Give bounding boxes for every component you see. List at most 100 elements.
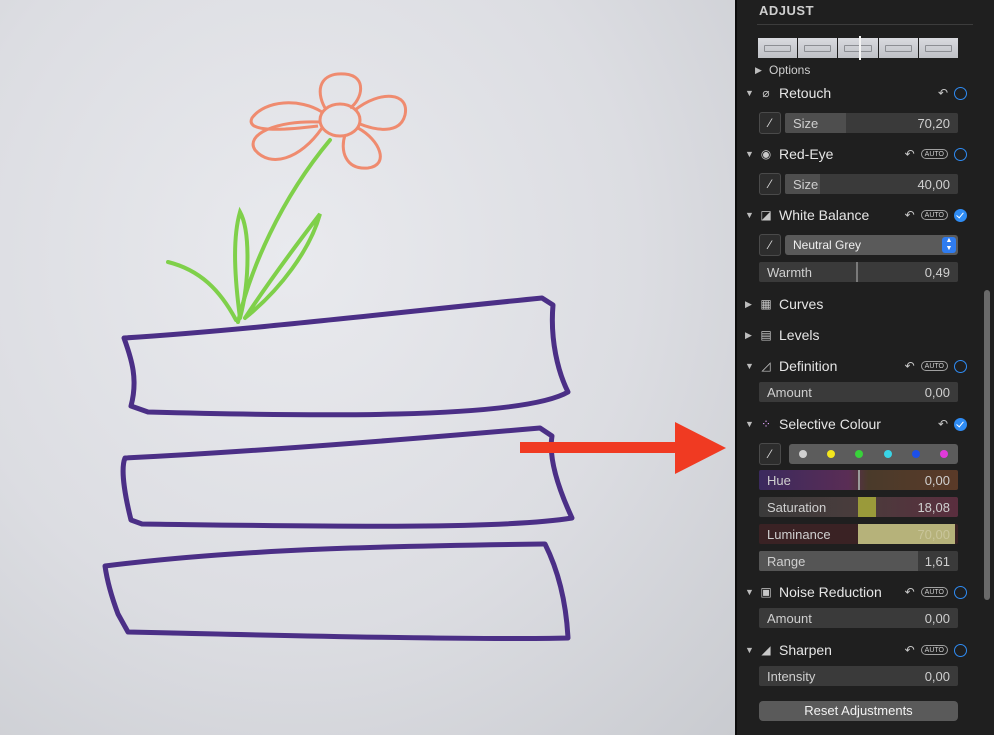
auto-button[interactable]: AUTO (920, 645, 948, 655)
disclosure-down-icon[interactable]: ▼ (745, 587, 754, 597)
definition-icon: ◿ (761, 359, 771, 373)
slider-value: 70,20 (917, 116, 950, 131)
slider-value: 18,08 (917, 500, 950, 515)
undo-icon[interactable]: ↶ (905, 585, 915, 599)
section-red-eye[interactable]: ▼ ◉ Red-Eye ↶ AUTO (745, 144, 967, 164)
disclosure-down-icon[interactable]: ▼ (745, 645, 754, 655)
undo-icon[interactable]: ↶ (905, 147, 915, 161)
noise-reduction-icon: ▣ (760, 585, 772, 599)
swatch-green[interactable] (855, 450, 864, 458)
eyedropper-button[interactable]: ⁄ (759, 443, 781, 465)
enable-toggle[interactable] (954, 86, 967, 100)
disclosure-down-icon[interactable]: ▼ (745, 210, 754, 220)
slider-label: Luminance (767, 527, 831, 542)
reset-adjustments-button[interactable]: Reset Adjustments (759, 701, 958, 721)
range-slider[interactable]: Range 1,61 (759, 551, 958, 571)
section-sharpen[interactable]: ▼ ◢ Sharpen ↶ AUTO (745, 640, 967, 660)
swatch-magenta[interactable] (939, 450, 948, 458)
auto-button[interactable]: AUTO (920, 587, 948, 597)
swatch-blue[interactable] (911, 450, 920, 458)
noise-amount-slider[interactable]: Amount 0,00 (759, 608, 958, 628)
slider-value: 40,00 (917, 177, 950, 192)
definition-amount-slider[interactable]: Amount 0,00 (759, 382, 958, 402)
disclosure-right-icon[interactable]: ▶ (745, 299, 753, 310)
warmth-slider[interactable]: Warmth 0,49 (759, 262, 958, 282)
slider-label: Warmth (767, 265, 813, 280)
undo-icon[interactable]: ↶ (938, 86, 948, 100)
colour-swatch-bar[interactable] (789, 444, 958, 464)
section-label: Selective Colour (779, 416, 881, 432)
slider-value: 70,00 (917, 527, 950, 542)
undo-icon[interactable]: ↶ (905, 643, 915, 657)
disclosure-down-icon[interactable]: ▼ (745, 361, 754, 371)
retouch-size-slider[interactable]: Size 70,20 (785, 113, 958, 133)
brush-tool-button[interactable]: ⁄ (759, 112, 781, 134)
swatch-cyan[interactable] (883, 450, 892, 458)
auto-button[interactable]: AUTO (920, 149, 948, 159)
section-noise-reduction[interactable]: ▼ ▣ Noise Reduction ↶ AUTO (745, 582, 967, 602)
luminance-slider[interactable]: Luminance 70,00 (759, 524, 958, 544)
eyedropper-icon: ⁄ (768, 238, 771, 252)
section-selective-colour[interactable]: ▼ ⁘ Selective Colour ↶ (745, 414, 967, 434)
swatch-yellow[interactable] (827, 450, 836, 458)
slider-value: 0,00 (924, 611, 950, 626)
preset-thumb[interactable] (758, 38, 798, 58)
bandage-icon: ⌀ (762, 86, 770, 100)
disclosure-down-icon[interactable]: ▼ (745, 149, 754, 159)
preset-thumb[interactable] (798, 38, 838, 58)
enable-toggle[interactable] (954, 417, 967, 431)
saturation-slider[interactable]: Saturation 18,08 (759, 497, 958, 517)
enable-toggle[interactable] (954, 643, 967, 657)
disclosure-down-icon[interactable]: ▼ (745, 88, 754, 98)
eyedropper-button[interactable]: ⁄ (759, 234, 781, 256)
annotation-arrow (520, 422, 726, 474)
slider-label: Amount (767, 611, 812, 626)
undo-icon[interactable]: ↶ (938, 417, 948, 431)
sharpen-intensity-slider[interactable]: Intensity 0,00 (759, 666, 958, 686)
levels-icon: ▤ (760, 328, 772, 342)
options-label: Options (769, 63, 811, 77)
disclosure-right-icon[interactable]: ▶ (745, 330, 753, 341)
adjust-panel: ADJUST ▶ Options ▼ ⌀ Retouch ↶ ⁄ Size 70… (735, 0, 994, 735)
slider-handle[interactable] (856, 262, 858, 282)
title-divider (757, 24, 973, 25)
hue-slider[interactable]: Hue 0,00 (759, 470, 958, 490)
options-disclosure[interactable]: ▶ Options (755, 63, 810, 77)
swatch-grey[interactable] (799, 450, 808, 458)
slider-value: 0,00 (924, 669, 950, 684)
section-curves[interactable]: ▶ ▦ Curves (745, 294, 967, 314)
slider-value: 0,00 (924, 385, 950, 400)
enable-toggle[interactable] (954, 359, 967, 373)
enable-toggle[interactable] (954, 208, 967, 222)
undo-icon[interactable]: ↶ (905, 359, 915, 373)
slider-label: Size (793, 177, 819, 192)
slider-handle[interactable] (858, 470, 860, 490)
preset-marker[interactable] (859, 36, 861, 60)
flower (249, 72, 407, 170)
section-label: Definition (779, 358, 838, 374)
enable-toggle[interactable] (954, 585, 967, 599)
auto-button[interactable]: AUTO (920, 210, 948, 220)
brush-icon: ⁄ (768, 116, 771, 130)
section-label: White Balance (779, 207, 870, 223)
section-retouch[interactable]: ▼ ⌀ Retouch ↶ (745, 83, 967, 103)
undo-icon[interactable]: ↶ (905, 208, 915, 222)
preset-thumb[interactable] (918, 38, 959, 58)
red-eye-size-slider[interactable]: Size 40,00 (785, 174, 958, 194)
auto-button[interactable]: AUTO (920, 361, 948, 371)
section-definition[interactable]: ▼ ◿ Definition ↶ AUTO (745, 356, 967, 376)
section-white-balance[interactable]: ▼ ◪ White Balance ↶ AUTO (745, 205, 967, 225)
enable-toggle[interactable] (954, 147, 967, 161)
preset-thumb[interactable] (878, 38, 918, 58)
brush-tool-button[interactable]: ⁄ (759, 173, 781, 195)
disclosure-down-icon[interactable]: ▼ (745, 419, 754, 429)
white-balance-mode-select[interactable]: Neutral Grey ▲ ▼ (785, 235, 958, 255)
scrollbar[interactable] (984, 290, 990, 600)
crayon-drawing (102, 72, 575, 642)
slider-fill (858, 497, 876, 517)
stem-and-leaves (166, 138, 332, 324)
section-levels[interactable]: ▶ ▤ Levels (745, 325, 967, 345)
preset-thumb[interactable] (838, 38, 878, 58)
preset-strip[interactable] (758, 38, 959, 58)
slider-label: Size (793, 116, 819, 131)
